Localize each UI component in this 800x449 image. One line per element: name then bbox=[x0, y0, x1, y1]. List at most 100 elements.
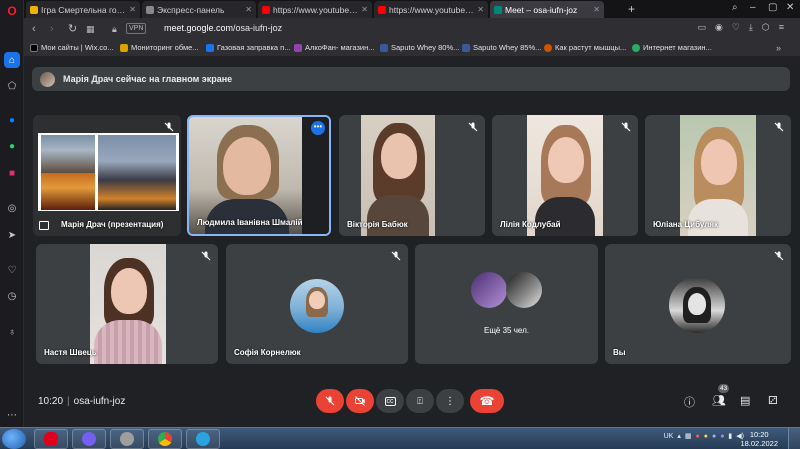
address-bar-actions: ▭ ◉ ♡ ⤓ ⬡ ≡ bbox=[697, 22, 784, 33]
present-now-button[interactable]: ⍐ bbox=[406, 389, 434, 413]
more-options-button[interactable]: ⋮ bbox=[436, 389, 464, 413]
bookmark-item[interactable]: Как растут мышцы... bbox=[544, 43, 626, 52]
whatsapp-icon[interactable]: ● bbox=[4, 138, 20, 154]
participant-name: Людмила Іванівна Шмалій bbox=[197, 218, 303, 227]
participant-tile[interactable]: Лілія Кодлубай bbox=[492, 115, 638, 236]
more-bookmarks-icon[interactable]: » bbox=[776, 43, 781, 53]
reload-icon[interactable]: ↻ bbox=[68, 22, 77, 36]
bookmark-item[interactable]: Мои сайты | Wix.co... bbox=[30, 43, 114, 52]
start-button[interactable] bbox=[2, 429, 26, 449]
people-icon[interactable]: 👥︎ bbox=[712, 394, 726, 407]
more-participants-tile[interactable]: Ещё 35 чел. bbox=[415, 244, 598, 364]
tabs-grid-icon[interactable]: ▦ bbox=[86, 22, 95, 36]
back-icon[interactable]: ‹ bbox=[32, 22, 36, 36]
bookmark-item[interactable]: Интернет магазин... bbox=[632, 43, 712, 52]
signal-icon[interactable]: ▮ bbox=[728, 432, 732, 440]
menu-icon[interactable]: ≡ bbox=[779, 22, 784, 33]
taskbar-opera[interactable] bbox=[34, 429, 68, 449]
taskbar-viber[interactable] bbox=[72, 429, 106, 449]
meet-main: Марія Драч сейчас на главном экране Марі… bbox=[24, 58, 800, 427]
opera-logo-icon[interactable]: O bbox=[4, 3, 20, 19]
bookmark-label: Интернет магазин... bbox=[643, 43, 712, 52]
participant-name: Вы bbox=[613, 348, 626, 357]
tab-meet[interactable]: Meet – osa-iufn-joz ✕ bbox=[490, 1, 604, 18]
captions-button[interactable]: cc bbox=[376, 389, 404, 413]
vpn-badge[interactable]: VPN bbox=[126, 23, 147, 34]
bookmark-item[interactable]: Газовая заправка п... bbox=[206, 43, 290, 52]
participant-tile-presentation[interactable]: Марія Драч (презентация) bbox=[33, 115, 181, 236]
participant-tile-speaker[interactable]: ••• Людмила Іванівна Шмалій bbox=[187, 115, 331, 236]
bookmark-label: АлкоФан- магазин... bbox=[305, 43, 375, 52]
close-tab-icon[interactable]: ✕ bbox=[593, 5, 600, 14]
close-tab-icon[interactable]: ✕ bbox=[361, 5, 368, 14]
home-icon[interactable]: ⌂ bbox=[4, 52, 20, 68]
tray-arrow-icon[interactable]: ▴ bbox=[677, 432, 681, 440]
participant-tile[interactable]: Юліана Цибуляк bbox=[645, 115, 791, 236]
player-icon[interactable]: ◎ bbox=[4, 200, 20, 216]
more-participants-label: Ещё 35 чел. bbox=[484, 326, 529, 335]
history-icon[interactable]: ◷ bbox=[4, 288, 20, 304]
viber-tray-icon[interactable]: ● bbox=[720, 433, 724, 440]
bookmark-item[interactable]: Мониторинг обме... bbox=[120, 43, 199, 52]
tab-youtube-2[interactable]: https://www.youtube.com/ ✕ bbox=[374, 1, 488, 18]
minimize-icon[interactable]: – bbox=[750, 2, 756, 13]
video-subject bbox=[381, 133, 417, 179]
download-icon[interactable]: ⤓ bbox=[749, 22, 753, 33]
cast-icon[interactable]: ▭ bbox=[697, 22, 706, 33]
close-tab-icon[interactable]: ✕ bbox=[477, 5, 484, 14]
tab-search-icon[interactable]: ⌕ bbox=[732, 2, 738, 13]
url-field[interactable]: meet.google.com/osa-iufn-joz bbox=[164, 23, 282, 33]
network-icon[interactable]: ▦ bbox=[685, 432, 692, 440]
heart-icon[interactable]: ♡ bbox=[4, 262, 20, 278]
bookmark-item[interactable]: Saputo Whey 80%... bbox=[380, 43, 459, 52]
slide-photo bbox=[41, 135, 95, 173]
participant-tile[interactable]: Настя Швець bbox=[36, 244, 218, 364]
avatar-subject bbox=[688, 293, 706, 315]
new-tab-button[interactable]: + bbox=[628, 2, 635, 16]
meeting-details-icon[interactable]: ⓘ bbox=[684, 394, 695, 410]
show-desktop-button[interactable] bbox=[788, 428, 800, 449]
bookmark-item[interactable]: Saputo Whey 85%... bbox=[462, 43, 541, 52]
mic-toggle-button[interactable] bbox=[316, 389, 344, 413]
tray-app-icon[interactable]: ● bbox=[695, 433, 699, 440]
maximize-icon[interactable]: ▢ bbox=[768, 2, 777, 13]
camera-icon[interactable]: ◉ bbox=[715, 22, 723, 33]
close-tab-icon[interactable]: ✕ bbox=[129, 5, 136, 14]
location-icon[interactable]: ♁ bbox=[4, 324, 20, 340]
leave-call-button[interactable]: ☎︎ bbox=[470, 389, 504, 413]
self-avatar bbox=[669, 277, 725, 333]
send-icon[interactable]: ➤ bbox=[4, 227, 20, 243]
tray-app-icon[interactable]: ● bbox=[712, 433, 716, 440]
tray-app-icon[interactable]: ● bbox=[704, 433, 708, 440]
url-path: /osa-iufn-joz bbox=[233, 23, 283, 33]
speed-dial-icon[interactable]: ⬠ bbox=[4, 78, 20, 94]
video-feed bbox=[361, 115, 435, 236]
tab-youtube-1[interactable]: https://www.youtube.com/ ✕ bbox=[258, 1, 372, 18]
camera-toggle-button[interactable] bbox=[346, 389, 374, 413]
participant-name: Юліана Цибуляк bbox=[653, 220, 719, 229]
taskbar-settings[interactable] bbox=[110, 429, 144, 449]
extension-icon[interactable]: ⬡ bbox=[762, 22, 770, 33]
participant-tile[interactable]: Софія Корнелюк bbox=[226, 244, 408, 364]
close-window-icon[interactable]: ✕ bbox=[786, 2, 794, 13]
more-options-button[interactable]: ••• bbox=[311, 121, 325, 135]
forward-icon[interactable]: › bbox=[50, 22, 54, 36]
close-tab-icon[interactable]: ✕ bbox=[245, 5, 252, 14]
instagram-icon[interactable]: ■ bbox=[4, 165, 20, 181]
bookmark-item[interactable]: АлкоФан- магазин... bbox=[294, 43, 375, 52]
lock-icon[interactable]: 🔒︎ bbox=[112, 22, 117, 36]
taskbar-chrome[interactable] bbox=[148, 429, 182, 449]
tab-speed-dial[interactable]: Экспресс-панель ✕ bbox=[142, 1, 256, 18]
self-tile[interactable]: Вы bbox=[605, 244, 791, 364]
chat-icon[interactable]: ▤ bbox=[740, 394, 750, 407]
tab-game[interactable]: Ігра Смертельна гонка он ✕ bbox=[26, 1, 140, 18]
messenger-icon[interactable]: ● bbox=[4, 112, 20, 128]
bookmark-icon[interactable]: ♡ bbox=[732, 22, 740, 33]
language-indicator[interactable]: UK bbox=[664, 433, 674, 440]
more-icon[interactable]: ⋯ bbox=[4, 407, 20, 423]
url-host: meet.google.com bbox=[164, 23, 234, 33]
system-clock[interactable]: 10:20 18.02.2022 bbox=[740, 430, 778, 448]
taskbar-telegram[interactable] bbox=[186, 429, 220, 449]
participant-tile[interactable]: Вікторія Бабюк bbox=[339, 115, 485, 236]
activities-icon[interactable]: ⚂ bbox=[768, 394, 778, 407]
